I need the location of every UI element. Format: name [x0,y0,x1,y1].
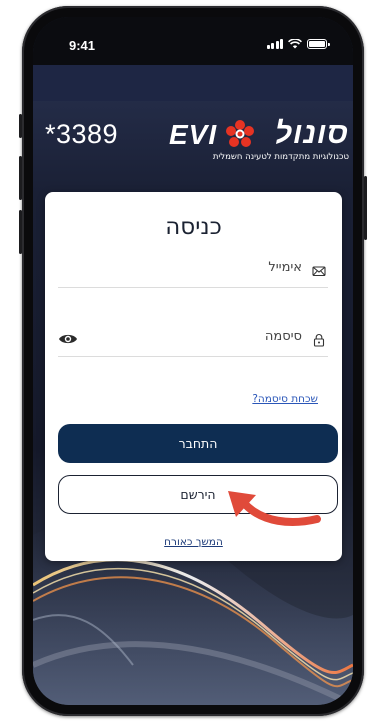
login-title: כניסה [165,214,222,240]
volume-down-button [19,210,22,254]
login-card: כניסה אימייל שכחת סיסמה? התחבר הירשם המש… [45,192,342,561]
forgot-password-link[interactable]: שכחת סיסמה? [252,393,318,405]
register-button[interactable]: הירשם [58,475,338,514]
continue-as-guest-link[interactable]: המשך כאורח [45,536,342,548]
status-bar: 9:41 [33,17,353,65]
logo-hebrew-text: סונול [274,117,349,150]
logo-mark-icon [226,120,254,147]
brand-logo: EVI סונול טכנולוגיות מתקדמות לטעינה חשמל… [169,117,349,163]
lock-icon [313,334,325,347]
signal-icon [266,39,283,49]
password-field[interactable] [58,317,328,357]
mute-switch [19,114,22,138]
login-button[interactable]: התחבר [58,424,338,463]
volume-up-button [19,156,22,200]
logo-tagline: טכנולוגיות מתקדמות לטעינה חשמלית [212,152,349,162]
top-band [33,65,353,101]
battery-level [309,41,325,47]
phone-frame: 9:41 *3389 EVI סונול טכנולוגיות מתקדמות … [19,6,367,716]
power-button [364,176,367,240]
eye-icon[interactable] [58,332,78,346]
phone-screen: 9:41 *3389 EVI סונול טכנולוגיות מתקדמות … [33,17,353,705]
status-icons [266,39,330,49]
promo-code: *3389 [45,119,119,149]
logo-evi-text: EVI [169,119,218,150]
email-input[interactable] [92,260,302,275]
status-time: 9:41 [69,38,96,53]
wifi-icon [288,39,302,49]
mail-icon [312,266,326,277]
email-field[interactable] [58,248,328,288]
password-input[interactable] [92,329,302,344]
battery-icon [307,39,330,49]
